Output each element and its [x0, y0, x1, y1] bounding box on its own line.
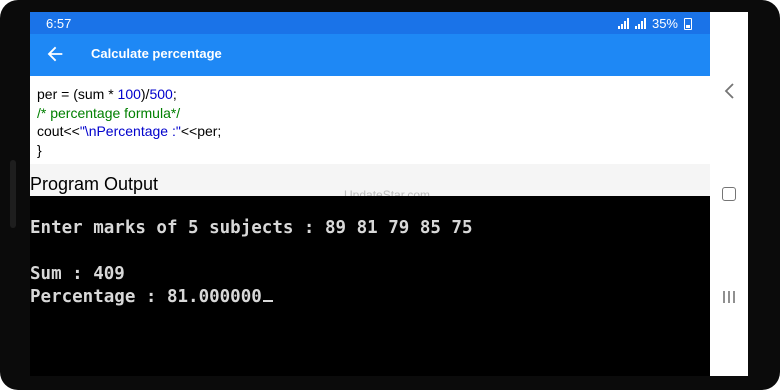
code-number: 100 — [117, 86, 141, 102]
code-snippet: per = (sum * 100)/500; /* percentage for… — [30, 76, 710, 164]
code-line: cout<<"\nPercentage :"<<per; — [37, 122, 710, 141]
code-line: per = (sum * 100)/500; — [37, 85, 710, 104]
code-comment: /* percentage formula*/ — [37, 104, 181, 121]
recents-icon[interactable] — [721, 290, 737, 304]
console-line: Sum : 409 — [30, 264, 125, 284]
code-number: 500 — [149, 86, 173, 102]
code-text: <<per; — [180, 123, 222, 139]
code-string: "\nPercentage :" — [79, 123, 181, 139]
console-output: Enter marks of 5 subjects : 89 81 79 85 … — [30, 196, 710, 376]
status-time: 6:57 — [46, 16, 72, 31]
arrow-left-icon[interactable] — [44, 43, 66, 65]
status-icons: 35% — [617, 16, 692, 31]
code-text: per = (sum * — [37, 86, 118, 102]
square-home-icon[interactable] — [722, 187, 736, 201]
code-text: ; — [172, 86, 177, 102]
screen: 6:57 35% Calculate percentage per = (sum… — [30, 12, 710, 376]
console-line: Enter marks of 5 subjects : 89 81 79 85 … — [30, 218, 473, 238]
console-line: Percentage : 81.000000 — [30, 287, 273, 307]
text-cursor — [262, 300, 273, 302]
device-frame: 6:57 35% Calculate percentage per = (sum… — [0, 0, 780, 390]
side-button — [10, 160, 16, 228]
console-text: Percentage : 81.000000 — [30, 287, 262, 307]
page-title: Calculate percentage — [91, 46, 222, 61]
signal-icon — [617, 18, 629, 29]
status-bar: 6:57 35% — [30, 12, 710, 34]
app-bar: Calculate percentage — [30, 34, 710, 76]
triangle-back-icon[interactable] — [722, 82, 736, 100]
battery-percent: 35% — [651, 16, 678, 31]
signal-icon — [634, 18, 646, 29]
code-text: cout<< — [37, 123, 80, 139]
system-nav-bar — [710, 12, 748, 376]
code-line: } — [37, 141, 42, 158]
battery-icon — [684, 17, 692, 30]
